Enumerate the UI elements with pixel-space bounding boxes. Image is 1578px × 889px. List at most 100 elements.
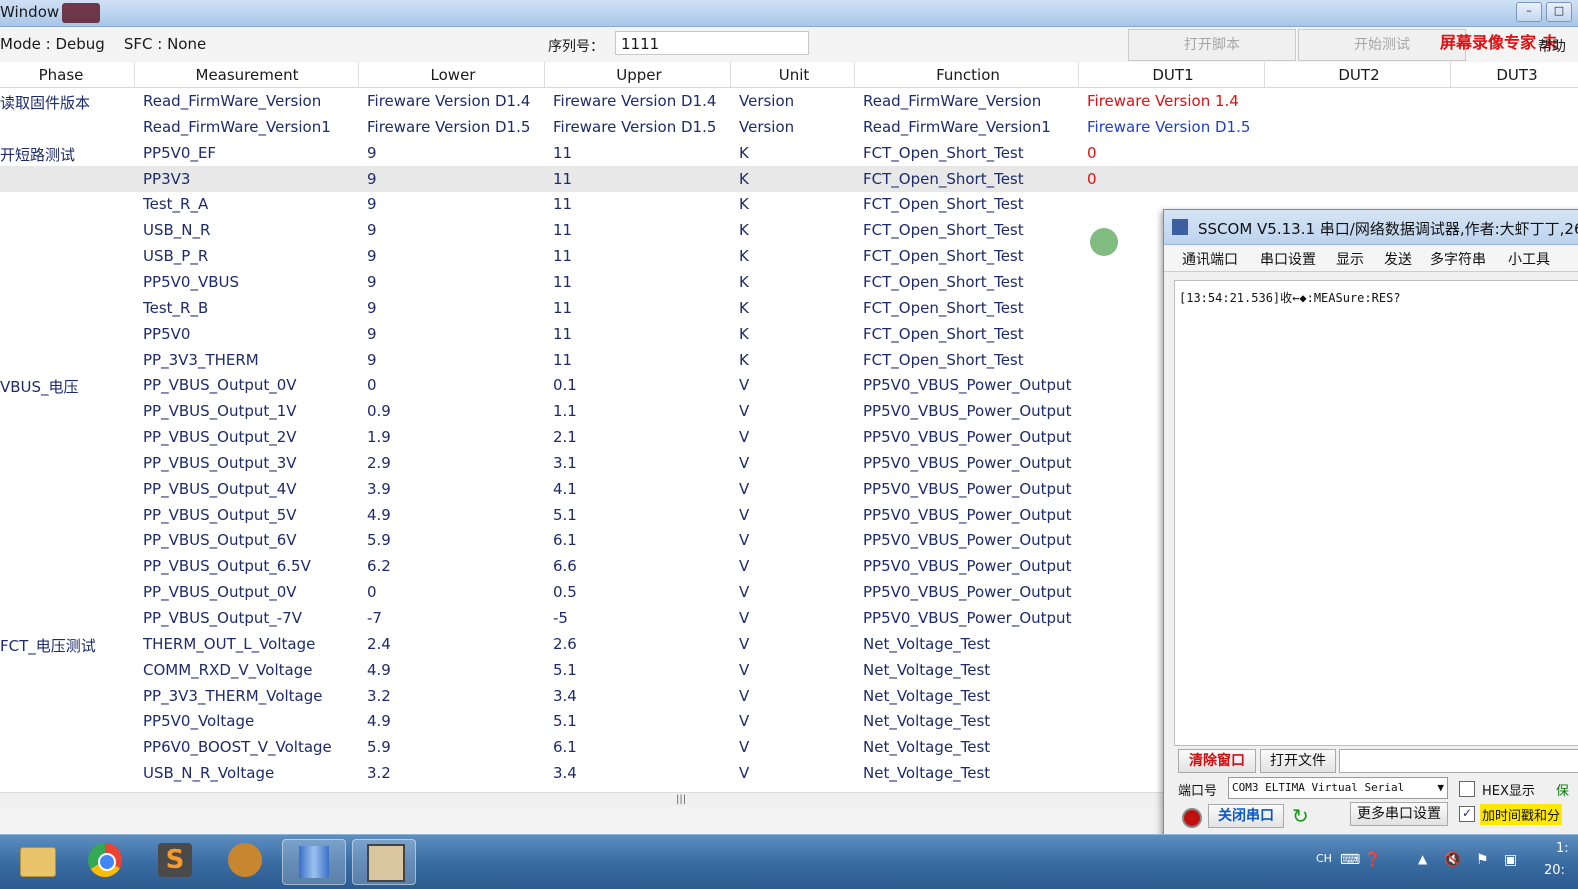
cell-upper: 11 xyxy=(553,221,573,240)
column-divider[interactable] xyxy=(1078,62,1079,87)
cell-function: Read_FirmWare_Version1 xyxy=(863,117,1051,136)
cell-lower: 5.9 xyxy=(367,738,391,757)
cell-upper: 5.1 xyxy=(553,505,577,524)
taskbar-test-app-icon[interactable] xyxy=(282,839,346,885)
column-divider[interactable] xyxy=(358,62,359,87)
table-row[interactable]: 读取固件版本 Read_FirmWare_Version Fireware Vers… xyxy=(0,88,1578,114)
cell-phase: 开短路测试 xyxy=(0,145,76,164)
column-header-dut1[interactable]: DUT1 xyxy=(1080,66,1266,84)
sscom-menu-item[interactable]: 小工具 xyxy=(1508,249,1550,269)
clock-date[interactable]: 20: xyxy=(1544,863,1565,878)
sscom-menu-item[interactable]: 发送 xyxy=(1384,249,1412,269)
volume-muted-icon[interactable]: 🔇 xyxy=(1444,852,1461,868)
hex-display-checkbox[interactable] xyxy=(1459,781,1475,797)
language-indicator[interactable]: CH xyxy=(1316,852,1332,865)
title-bar: Window – □ xyxy=(0,0,1578,27)
taskbar-explorer-icon[interactable] xyxy=(4,839,66,883)
cell-measurement: PP6V0_BOOST_V_Voltage xyxy=(143,738,332,757)
cell-upper: 6.1 xyxy=(553,738,577,757)
cell-unit: V xyxy=(739,764,750,783)
cell-function: Net_Voltage_Test xyxy=(863,686,991,705)
cell-upper: 11 xyxy=(553,324,573,343)
column-header-function[interactable]: Function xyxy=(856,66,1080,84)
column-header-lower[interactable]: Lower xyxy=(360,66,546,84)
cell-lower: 6.2 xyxy=(367,557,391,576)
close-port-button[interactable]: 关闭串口 xyxy=(1208,804,1284,828)
port-select[interactable]: COM3 ELTIMA Virtual Serial ▼ xyxy=(1228,777,1448,799)
clock-time[interactable]: 1: xyxy=(1556,841,1569,856)
cell-function: Net_Voltage_Test xyxy=(863,764,991,783)
maximize-button[interactable]: □ xyxy=(1546,2,1572,22)
sscom-menu-item[interactable]: 显示 xyxy=(1336,249,1364,269)
column-divider[interactable] xyxy=(1450,62,1451,87)
cell-function: PP5V0_VBUS_Power_Output xyxy=(863,428,1072,447)
cell-upper: 11 xyxy=(553,350,573,369)
sscom-app-icon xyxy=(1172,219,1188,235)
help-icon[interactable]: ❓ xyxy=(1364,852,1381,868)
taskbar-chrome-icon[interactable] xyxy=(74,839,136,883)
column-divider[interactable] xyxy=(1264,62,1265,87)
sscom-menu-item[interactable]: 串口设置 xyxy=(1260,249,1316,269)
open-script-button[interactable]: 打开脚本 xyxy=(1128,29,1296,61)
receive-area[interactable]: [13:54:21.536]收←◆:MEASure:RES? xyxy=(1174,280,1578,746)
taskbar-sublime-icon[interactable]: S xyxy=(144,839,206,883)
taskbar-monkey-icon[interactable] xyxy=(214,839,276,883)
window-title: Window xyxy=(0,3,60,21)
sscom-menu-item[interactable]: 通讯端口 xyxy=(1182,249,1238,269)
cell-function: Net_Voltage_Test xyxy=(863,738,991,757)
help-menu[interactable]: 帮助 xyxy=(1538,36,1566,56)
cell-lower: 3.2 xyxy=(367,764,391,783)
cell-lower: -7 xyxy=(367,609,382,627)
cell-lower: 3.9 xyxy=(367,479,391,498)
clear-window-button[interactable]: 清除窗口 xyxy=(1178,749,1256,773)
cell-function: FCT_Open_Short_Test xyxy=(863,324,1024,343)
cell-lower: 4.9 xyxy=(367,712,391,731)
network-icon[interactable]: ▣ xyxy=(1504,852,1517,868)
save-label[interactable]: 保 xyxy=(1556,780,1569,799)
cell-dut1: Fireware Version D1.5 xyxy=(1087,117,1251,136)
cell-lower: 9 xyxy=(367,143,377,162)
column-divider[interactable] xyxy=(854,62,855,87)
cell-unit: K xyxy=(739,143,749,162)
cell-function: FCT_Open_Short_Test xyxy=(863,298,1024,317)
file-path-input[interactable] xyxy=(1339,749,1578,773)
more-port-settings-button[interactable]: 更多串口设置 xyxy=(1350,802,1448,826)
flag-icon[interactable]: ⚑ xyxy=(1476,852,1489,868)
cell-unit: V xyxy=(739,531,750,550)
port-label: 端口号 xyxy=(1178,784,1218,799)
column-divider[interactable] xyxy=(730,62,731,87)
table-row[interactable]: 开短路测试 PP5V0_EF 9 11 K FCT_Open_Short_Test 0 xyxy=(0,140,1578,166)
column-header-dut3[interactable]: DUT3 xyxy=(1452,66,1578,84)
cell-unit: Version xyxy=(739,92,795,110)
cell-lower: 9 xyxy=(367,195,377,214)
open-file-button[interactable]: 打开文件 xyxy=(1260,749,1336,773)
timestamp-checkbox[interactable]: ✓ xyxy=(1459,806,1475,822)
tray-expand-icon[interactable]: ▲ xyxy=(1418,852,1427,866)
sscom-title: SSCOM V5.13.1 串口/网络数据调试器,作者:大虾丁丁,26 xyxy=(1198,220,1578,238)
cell-unit: V xyxy=(739,428,750,447)
keyboard-icon[interactable]: ⌨ xyxy=(1340,852,1360,868)
cell-upper: 6.1 xyxy=(553,531,577,550)
column-header-unit[interactable]: Unit xyxy=(732,66,856,84)
table-row[interactable]: PP3V3 9 11 K FCT_Open_Short_Test 0 xyxy=(0,165,1578,192)
cell-dut1: 0 xyxy=(1087,143,1097,162)
table-row[interactable]: Read_FirmWare_Version1 Fireware Version D… xyxy=(0,114,1578,140)
cell-upper: 4.1 xyxy=(553,479,577,498)
sscom-menu-item[interactable]: 多字符串 xyxy=(1430,249,1486,269)
column-header-dut2[interactable]: DUT2 xyxy=(1266,66,1452,84)
column-divider[interactable] xyxy=(544,62,545,87)
cell-measurement: THERM_OUT_L_Voltage xyxy=(143,634,316,653)
cell-unit: V xyxy=(739,505,750,524)
column-header-upper[interactable]: Upper xyxy=(546,66,732,84)
refresh-icon[interactable]: ↻ xyxy=(1292,804,1309,828)
taskbar-recorder-icon[interactable] xyxy=(352,839,416,885)
cell-upper: 11 xyxy=(553,143,573,162)
cell-lower: 0 xyxy=(367,583,377,602)
serial-input[interactable]: 1111 xyxy=(615,31,809,55)
scroll-grip-icon[interactable]: ||| xyxy=(676,794,686,805)
column-header-measurement[interactable]: Measurement xyxy=(136,66,358,84)
minimize-button[interactable]: – xyxy=(1516,2,1542,22)
column-divider[interactable] xyxy=(134,62,135,87)
column-header-phase[interactable]: Phase xyxy=(0,66,122,84)
sscom-window: SSCOM V5.13.1 串口/网络数据调试器,作者:大虾丁丁,26 通讯端口… xyxy=(1163,209,1578,841)
